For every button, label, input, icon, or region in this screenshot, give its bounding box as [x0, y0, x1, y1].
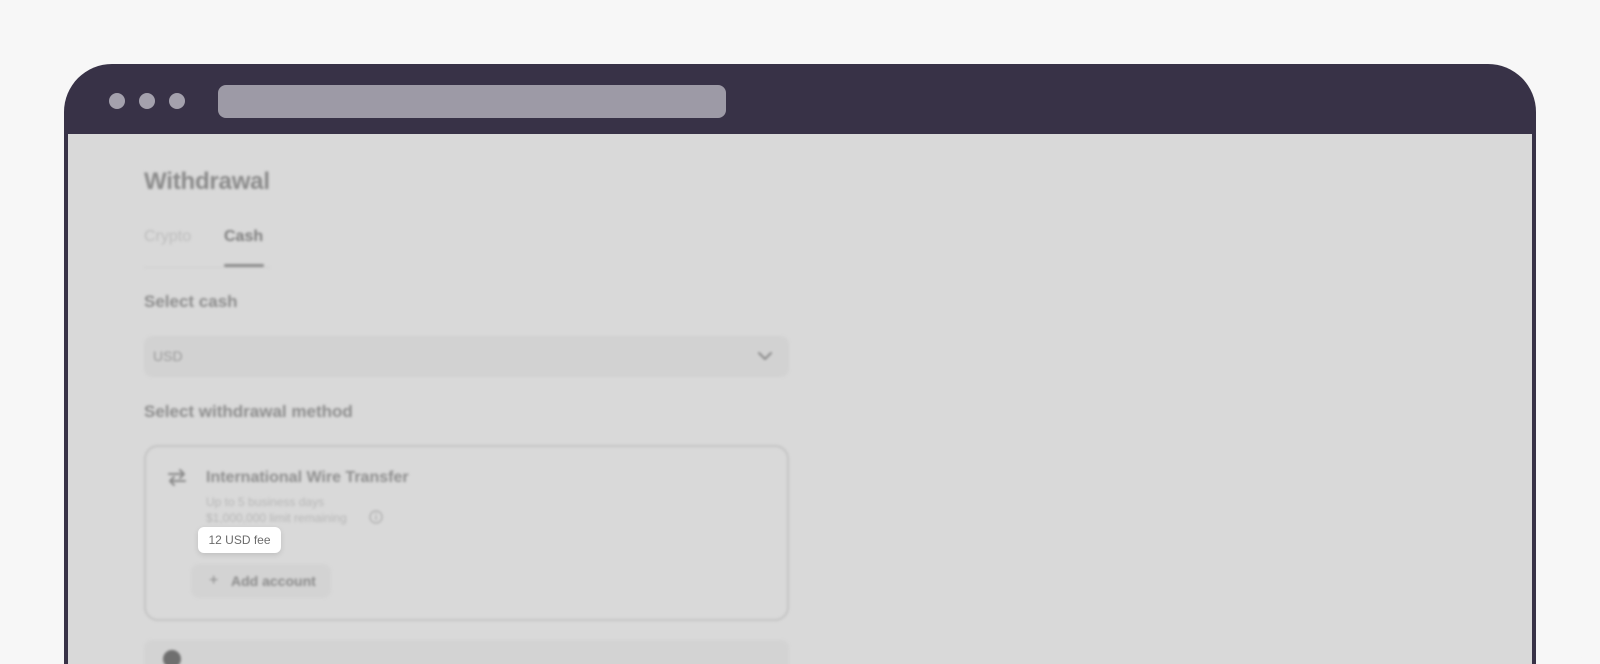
info-circle-icon [163, 650, 181, 664]
fee-tooltip: 12 USD fee [198, 527, 281, 553]
method-timing: Up to 5 business days [206, 495, 325, 509]
address-bar[interactable] [218, 85, 726, 118]
browser-titlebar [64, 64, 1536, 134]
window-close-dot[interactable] [109, 93, 125, 109]
cash-currency-select[interactable]: USD [144, 336, 789, 377]
notice-banner [144, 640, 789, 664]
select-cash-label: Select cash [144, 292, 238, 311]
add-account-button[interactable]: + Add account [191, 564, 331, 598]
add-account-label: Add account [231, 573, 316, 589]
window-maximize-dot[interactable] [169, 93, 185, 109]
plus-icon: + [209, 572, 219, 589]
tab-crypto[interactable]: Crypto [144, 228, 191, 266]
withdrawal-tabs: Crypto Cash [144, 228, 270, 268]
window-minimize-dot[interactable] [139, 93, 155, 109]
info-icon[interactable] [369, 510, 383, 524]
browser-window: Withdrawal Crypto Cash Select cash USD S… [64, 64, 1536, 664]
active-tab-indicator [224, 264, 264, 267]
transfer-arrows-icon [168, 469, 186, 486]
page-viewport: Withdrawal Crypto Cash Select cash USD S… [68, 134, 1532, 664]
chevron-down-icon [758, 352, 772, 360]
tab-cash[interactable]: Cash [224, 228, 263, 266]
method-name: International Wire Transfer [206, 469, 409, 486]
selected-currency: USD [153, 348, 183, 364]
page-title: Withdrawal [144, 168, 270, 195]
page-background: Withdrawal Crypto Cash Select cash USD S… [0, 0, 1600, 664]
method-limit: $1,000,000 limit remaining [206, 511, 347, 525]
blurred-content: Withdrawal Crypto Cash Select cash USD S… [68, 134, 1532, 664]
withdrawal-method-label: Select withdrawal method [144, 402, 353, 421]
